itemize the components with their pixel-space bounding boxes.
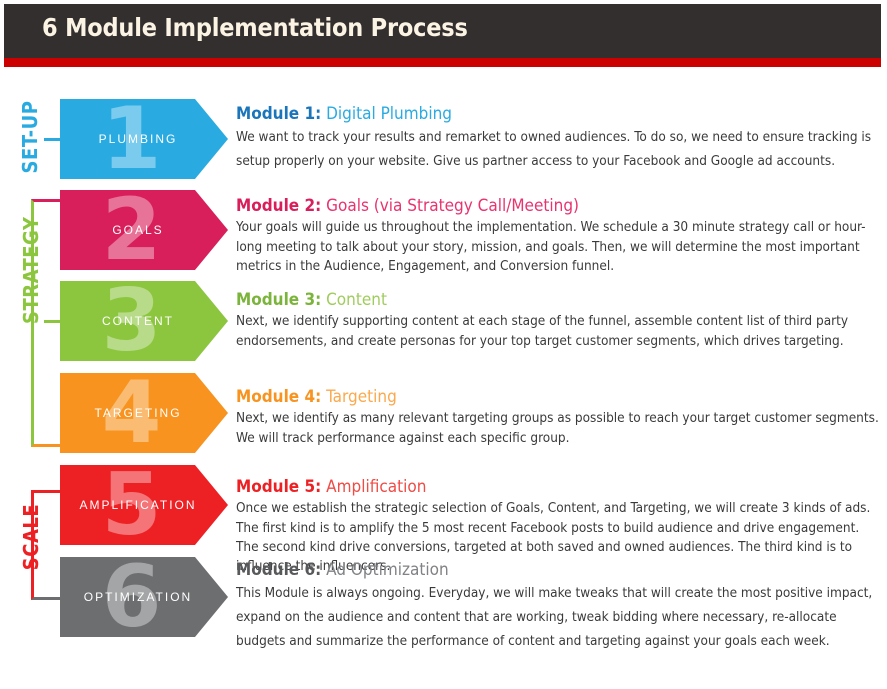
bracket-scale [31, 490, 46, 600]
module-label-3: Module 3: [236, 290, 322, 310]
module-label-1: Module 1: [236, 104, 322, 124]
module-title-4: Targeting [321, 387, 397, 407]
connector-goals [44, 199, 61, 202]
arrow-label-plumbing: PLUMBING [98, 132, 178, 146]
module-title-5: Amplification [321, 477, 427, 497]
connector-optimization [44, 597, 61, 600]
module-heading-6: Module 6: Ad Optimization [236, 560, 882, 580]
module-body-3: Next, we identify supporting content at … [236, 313, 849, 349]
module-block-2: Module 2: Goals (via Strategy Call/Meeti… [236, 196, 882, 276]
module-body-2: Your goals will guide us throughout the … [236, 219, 866, 274]
module-title-2: Goals (via Strategy Call/Meeting) [321, 196, 580, 216]
arrow-label-content: CONTENT [102, 314, 174, 328]
module-title-3: Content [321, 290, 387, 310]
connector-targeting [44, 444, 61, 447]
page-title: 6 Module Implementation Process [42, 13, 468, 42]
arrow-label-targeting: TARGETING [94, 406, 182, 420]
module-body-6: This Module is always ongoing. Everyday,… [236, 585, 873, 649]
arrow-label-optimization: OPTIMIZATION [83, 590, 193, 604]
module-label-2: Module 2: [236, 196, 322, 216]
module-heading-4: Module 4: Targeting [236, 387, 882, 407]
module-heading-1: Module 1: Digital Plumbing [236, 104, 882, 124]
module-block-4: Module 4: Targeting Next, we identify as… [236, 387, 882, 448]
connector-content [44, 320, 61, 323]
header-accent-rule [4, 58, 881, 67]
module-title-6: Ad Optimization [321, 560, 449, 580]
module-label-5: Module 5: [236, 477, 322, 497]
module-block-3: Module 3: Content Next, we identify supp… [236, 290, 882, 351]
module-label-6: Module 6: [236, 560, 322, 580]
stage-label-set-up: SET-UP [18, 100, 42, 174]
arrow-label-amplification: AMPLIFICATION [79, 498, 197, 512]
connector-set-up [44, 138, 61, 141]
module-block-1: Module 1: Digital Plumbing We want to tr… [236, 104, 882, 174]
module-heading-5: Module 5: Amplification [236, 477, 882, 497]
module-label-4: Module 4: [236, 387, 322, 407]
module-body-4: Next, we identify as many relevant targe… [236, 410, 879, 446]
module-body-1: We want to track your results and remark… [236, 129, 872, 170]
bracket-strategy [31, 199, 46, 447]
connector-amplification [44, 490, 61, 493]
module-block-6: Module 6: Ad Optimization This Module is… [236, 560, 882, 653]
module-heading-2: Module 2: Goals (via Strategy Call/Meeti… [236, 196, 882, 216]
module-title-1: Digital Plumbing [321, 104, 453, 124]
module-heading-3: Module 3: Content [236, 290, 882, 310]
arrow-label-goals: GOALS [112, 223, 164, 237]
